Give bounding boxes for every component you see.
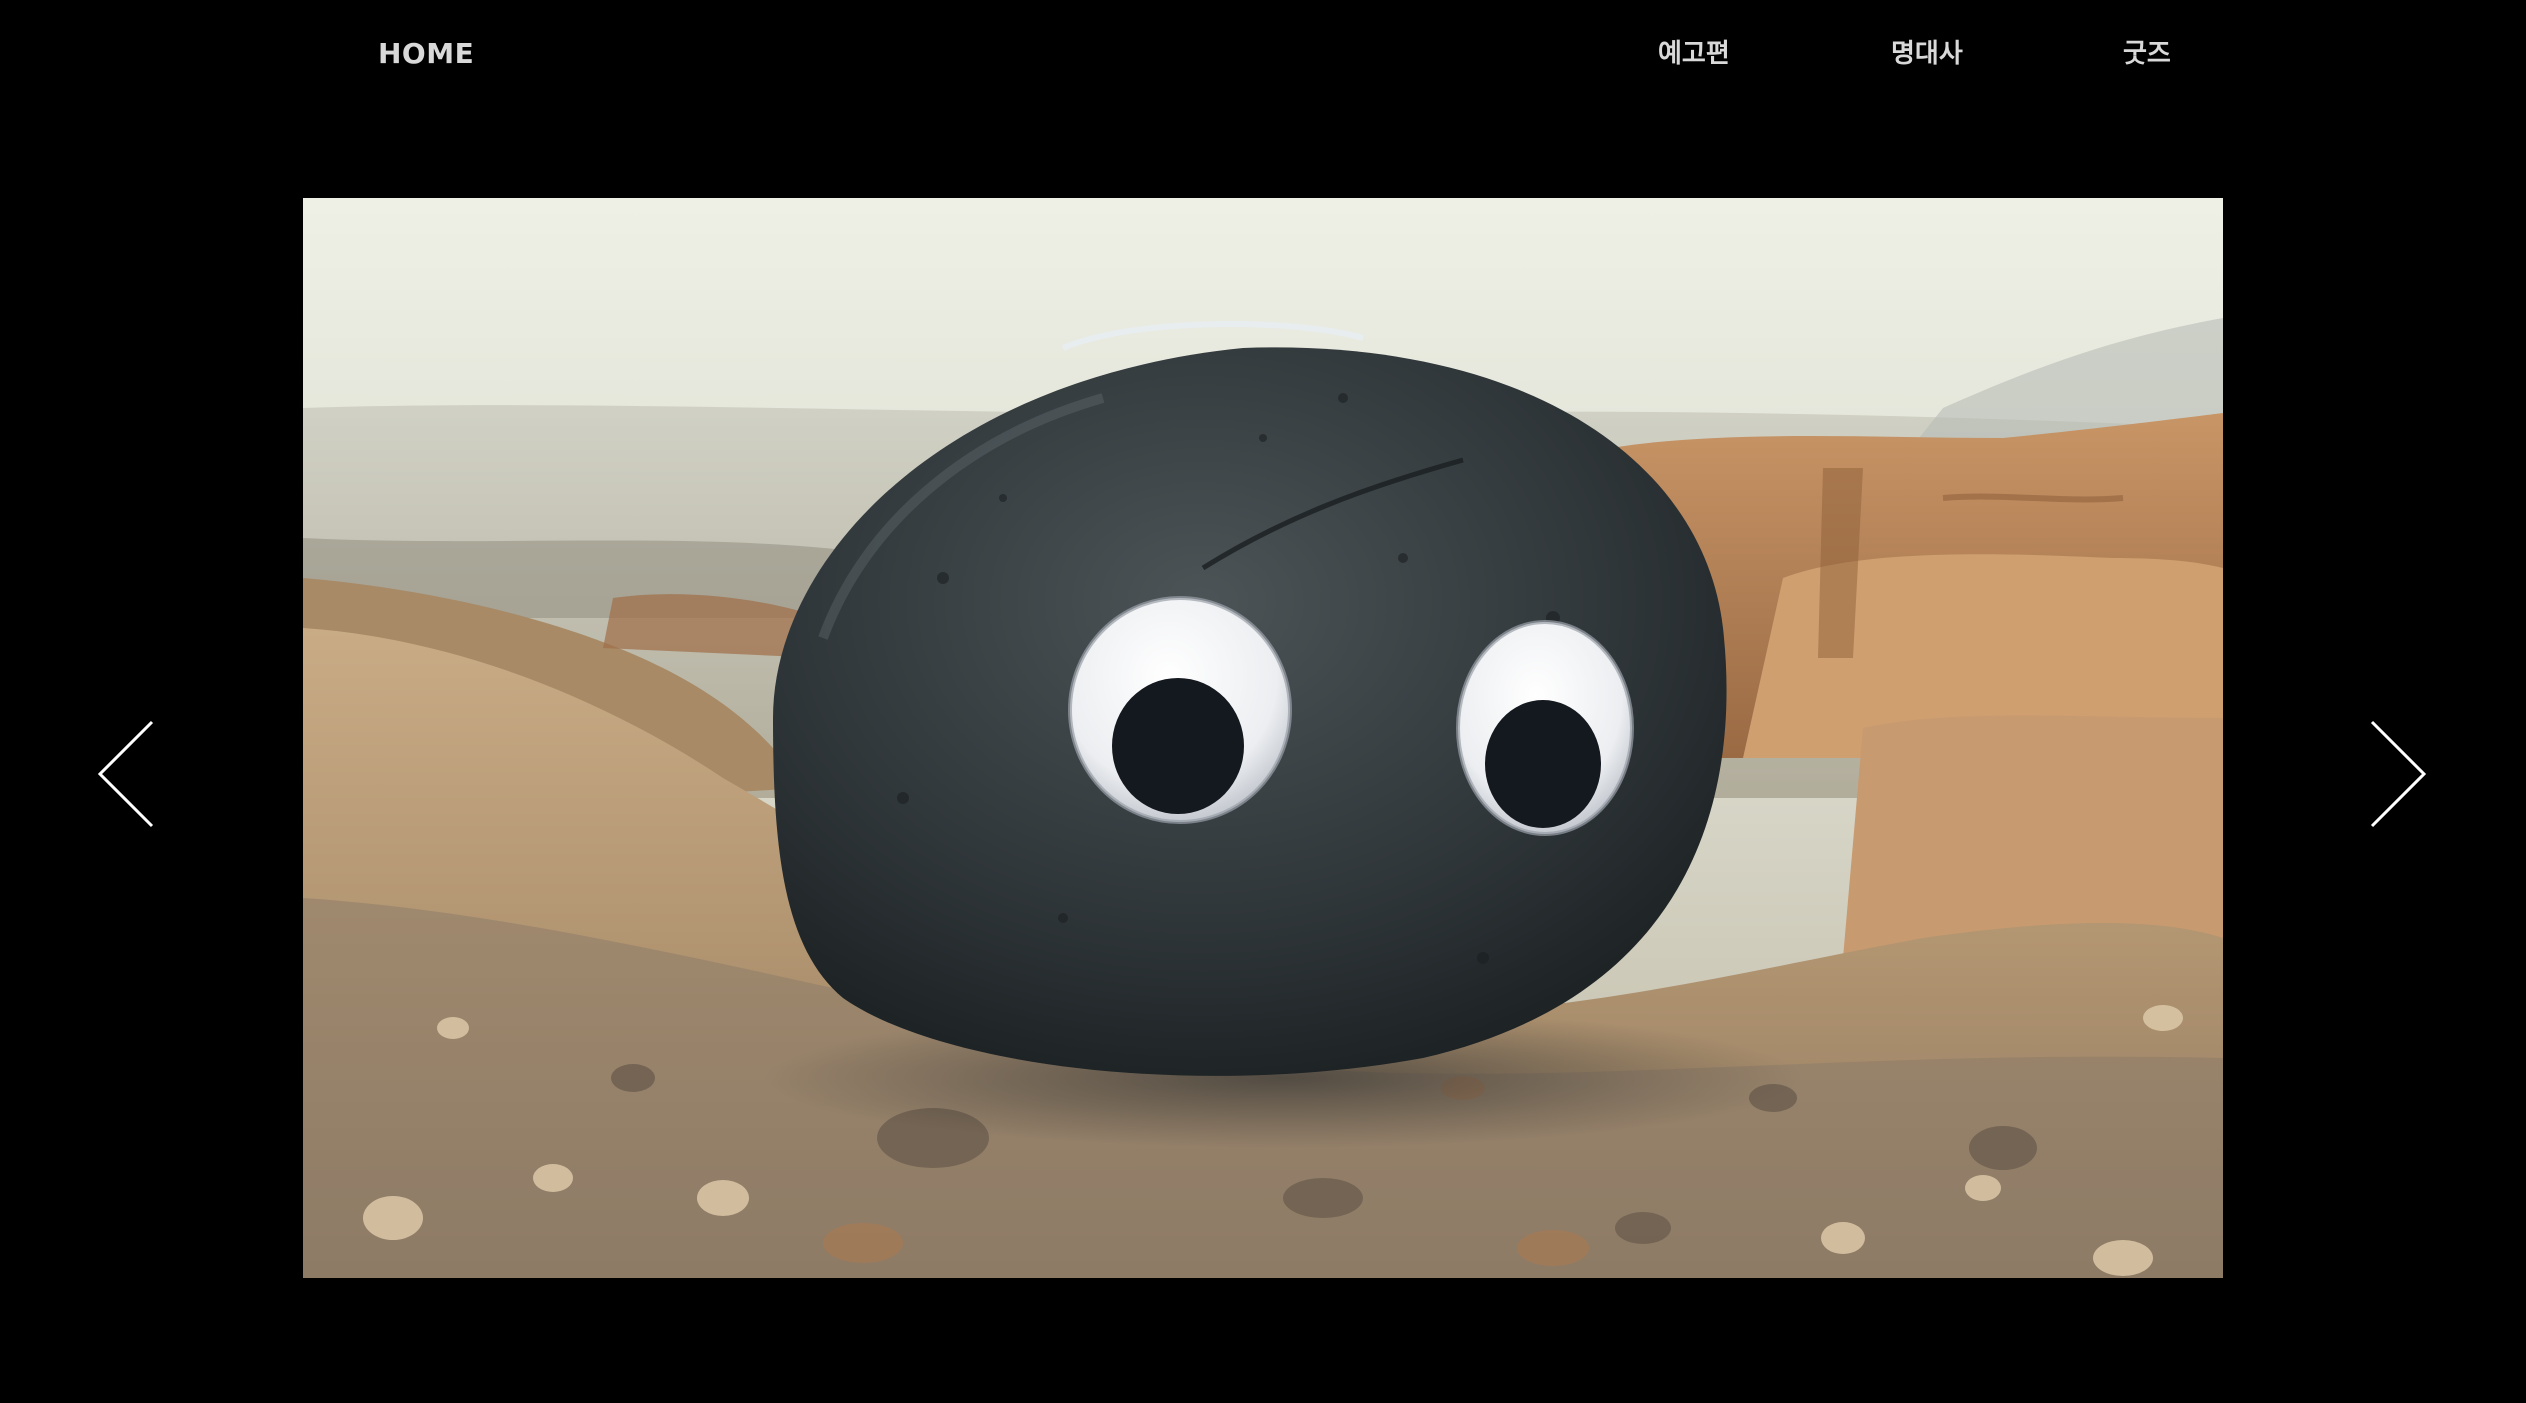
next-slide-button[interactable] xyxy=(2368,718,2428,830)
rock-with-googly-eyes-image xyxy=(303,198,2223,1278)
nav-link-quotes[interactable]: 명대사 xyxy=(1891,34,1963,74)
chevron-right-icon xyxy=(2370,720,2427,828)
page: HOME 예고편 명대사 굿즈 xyxy=(0,0,2526,1403)
nav-links: 예고편 명대사 굿즈 xyxy=(0,34,2526,74)
nav-link-trailer[interactable]: 예고편 xyxy=(1658,34,1730,74)
chevron-left-icon xyxy=(97,720,154,828)
slide-image xyxy=(303,198,2223,1278)
prev-slide-button[interactable] xyxy=(96,718,156,830)
nav-link-goods[interactable]: 굿즈 xyxy=(2123,34,2171,74)
